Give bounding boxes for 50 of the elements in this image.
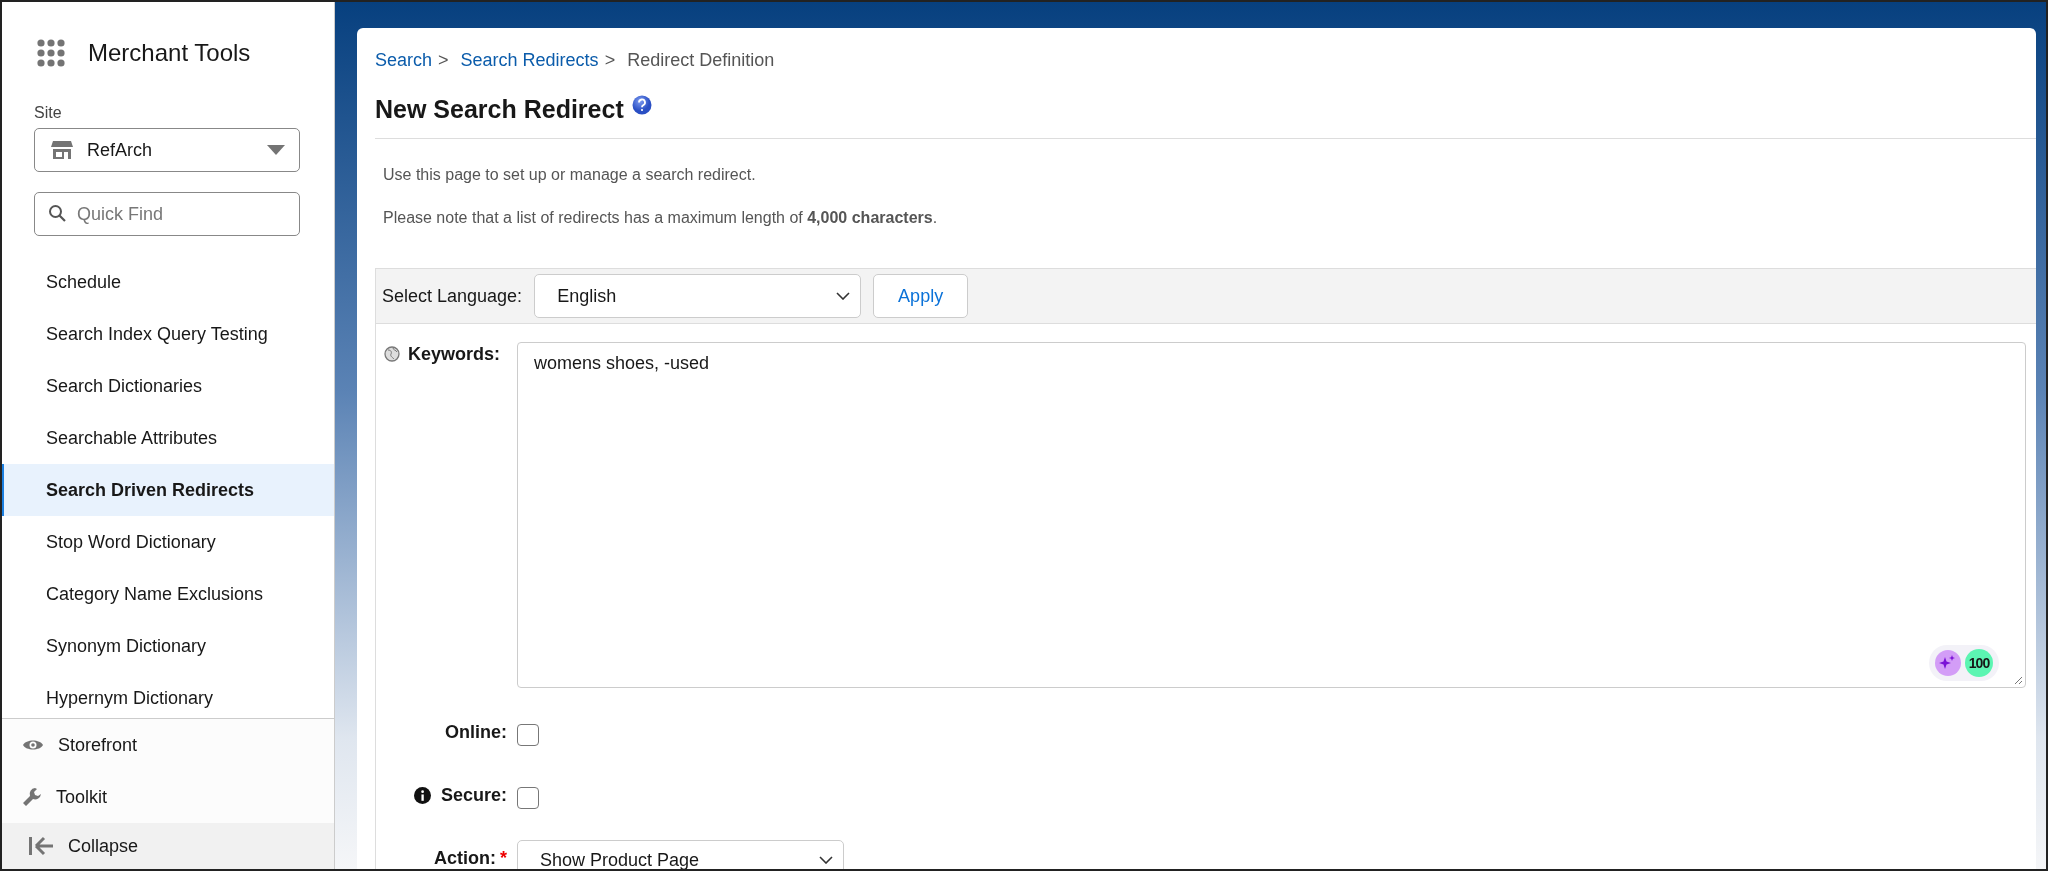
store-icon — [51, 140, 73, 160]
collapse-button[interactable]: Collapse — [2, 823, 334, 869]
info-text: Use this page to set up or manage a search redirect. — [383, 166, 757, 184]
sidebar-item[interactable]: Stop Word Dictionary — [2, 516, 334, 568]
breadcrumb-current: Redirect Definition — [627, 50, 775, 71]
language-select[interactable]: English — [534, 274, 862, 318]
sidebar-item[interactable]: Synonym Dictionary — [2, 620, 334, 672]
app-title: Merchant Tools — [88, 39, 251, 67]
sidebar-item[interactable]: Search Driven Redirects — [2, 464, 334, 516]
sidebar-item[interactable]: Hypernym Dictionary — [2, 672, 334, 718]
action-select[interactable]: Show Product Page — [517, 840, 844, 869]
sidebar-item[interactable]: Schedule — [2, 256, 334, 308]
app-launcher-icon[interactable] — [36, 39, 66, 67]
sparkle-icon[interactable] — [1935, 650, 1961, 676]
page-title: New Search Redirect — [375, 95, 624, 124]
breadcrumb-separator: > — [438, 50, 449, 71]
collapse-arrow-icon — [28, 836, 54, 856]
info-text: Please note that a list of redirects has a maximum length of 4,000 characters. — [383, 209, 939, 227]
required-marker: * — [500, 847, 507, 869]
eye-icon — [22, 738, 44, 752]
apply-button[interactable]: Apply — [873, 274, 969, 318]
breadcrumb-link[interactable]: Search — [375, 50, 433, 71]
dropdown-caret-icon — [267, 145, 285, 155]
secure-label: Secure: — [440, 784, 507, 806]
online-label: Online: — [445, 721, 507, 743]
breadcrumb-link[interactable]: Search Redirects — [460, 50, 599, 71]
sidebar-item[interactable]: Category Name Exclusions — [2, 568, 334, 620]
online-checkbox[interactable] — [517, 724, 539, 746]
sidebar-item[interactable]: Toolkit — [2, 771, 334, 823]
sidebar-item[interactable]: Search Index Query Testing — [2, 308, 334, 360]
keywords-label: Keywords: — [408, 343, 501, 365]
score-badge: 100 — [1965, 649, 1993, 677]
sidebar-item[interactable]: Storefront — [2, 719, 334, 771]
chevron-down-icon — [819, 856, 833, 864]
resize-handle-icon[interactable] — [2013, 675, 2023, 685]
keywords-textarea[interactable]: womens shoes, -used 100 — [517, 342, 2026, 688]
action-label: Action: — [434, 847, 496, 869]
sidebar-item[interactable]: Search Dictionaries — [2, 360, 334, 412]
breadcrumb-separator: > — [604, 50, 616, 71]
chevron-down-icon — [836, 292, 851, 300]
info-icon — [413, 786, 431, 804]
site-dropdown[interactable]: RefArch — [34, 128, 300, 172]
wrench-icon — [22, 787, 42, 807]
secure-checkbox[interactable] — [517, 787, 539, 809]
globe-icon — [384, 346, 400, 362]
site-label: Site — [34, 104, 63, 122]
quick-find-field[interactable]: Quick Find — [34, 192, 300, 236]
sidebar-item[interactable]: Searchable Attributes — [2, 412, 334, 464]
help-icon[interactable] — [631, 95, 652, 115]
language-label: Select Language: — [382, 285, 523, 307]
